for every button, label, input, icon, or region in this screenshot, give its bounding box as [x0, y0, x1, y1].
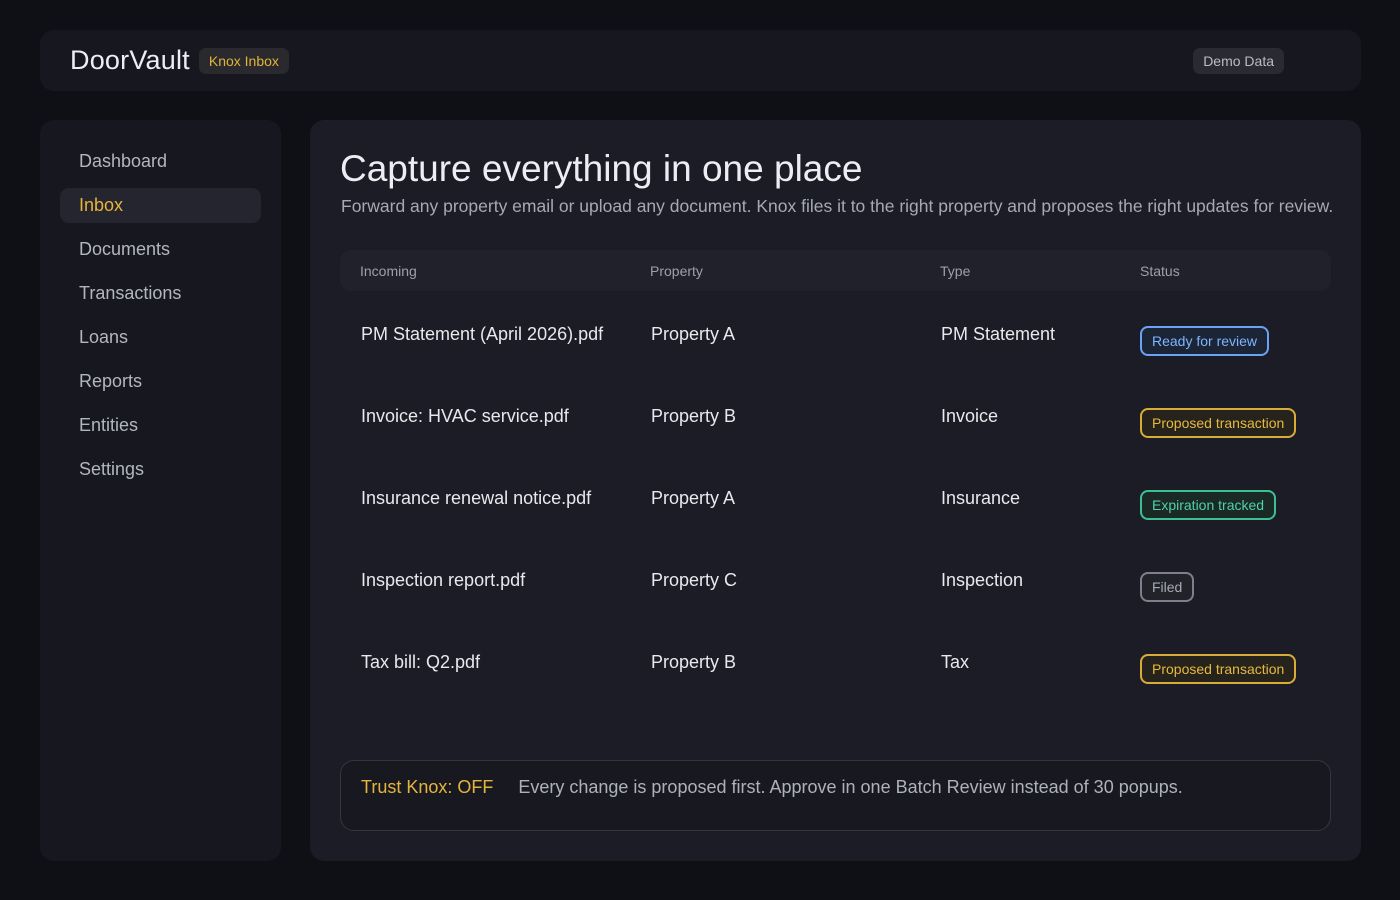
sidebar-item-entities[interactable]: Entities [60, 408, 261, 443]
page-subtitle: Forward any property email or upload any… [341, 196, 1334, 216]
status-badge[interactable]: Proposed transaction [1140, 408, 1297, 438]
sidebar-item-reports[interactable]: Reports [60, 364, 261, 399]
incoming-file-name[interactable]: Inspection report.pdf [361, 570, 525, 591]
status-badge[interactable]: Expiration tracked [1140, 490, 1277, 520]
trust-knox-toggle[interactable]: Trust Knox: OFF [361, 777, 493, 798]
table-row[interactable]: PM Statement (April 2026).pdf Property A… [340, 324, 1331, 406]
property-cell: Property B [651, 652, 737, 672]
incoming-file-name[interactable]: PM Statement (April 2026).pdf [361, 324, 603, 345]
status-badge[interactable]: Ready for review [1140, 326, 1270, 356]
column-header-incoming[interactable]: Incoming [360, 263, 417, 279]
incoming-file-name[interactable]: Insurance renewal notice.pdf [361, 488, 591, 509]
sidebar-item-inbox[interactable]: Inbox [60, 188, 261, 223]
property-cell: Property A [651, 324, 736, 344]
table-row[interactable]: Tax bill: Q2.pdf Property B Tax Proposed… [340, 652, 1331, 734]
demo-data-badge: Demo Data [1193, 47, 1284, 74]
sidebar-item-transactions[interactable]: Transactions [60, 276, 261, 311]
sidebar-item-loans[interactable]: Loans [60, 320, 261, 355]
table-row[interactable]: Insurance renewal notice.pdf Property A … [340, 488, 1331, 570]
type-cell: Invoice [941, 406, 999, 426]
property-cell: Property A [651, 488, 736, 508]
table-row[interactable]: Inspection report.pdf Property C Inspect… [340, 570, 1331, 652]
page-title: Capture everything in one place [340, 148, 863, 189]
table-row[interactable]: Invoice: HVAC service.pdf Property B Inv… [340, 406, 1331, 488]
main-panel: Capture everything in one place Forward … [310, 120, 1361, 861]
trust-knox-description: Every change is proposed first. Approve … [518, 777, 1183, 797]
column-header-property[interactable]: Property [650, 263, 703, 279]
type-cell: Tax [941, 652, 970, 672]
type-cell: Inspection [941, 570, 1024, 590]
incoming-file-name[interactable]: Invoice: HVAC service.pdf [361, 406, 569, 427]
property-cell: Property B [651, 406, 737, 426]
type-cell: Insurance [941, 488, 1021, 508]
app-header: DoorVault Knox Inbox Demo Data [40, 30, 1361, 91]
sidebar-item-documents[interactable]: Documents [60, 232, 261, 267]
column-header-status[interactable]: Status [1140, 263, 1180, 279]
sidebar-item-settings[interactable]: Settings [60, 452, 261, 487]
status-badge[interactable]: Filed [1140, 572, 1195, 602]
knox-inbox-badge: Knox Inbox [198, 47, 289, 74]
status-badge[interactable]: Proposed transaction [1140, 654, 1297, 684]
sidebar-item-dashboard[interactable]: Dashboard [60, 144, 261, 179]
sidebar: Dashboard Inbox Documents Transactions L… [40, 120, 281, 861]
table-header: Incoming Property Type Status [340, 250, 1331, 291]
trust-knox-banner: Trust Knox: OFF Every change is proposed… [340, 760, 1331, 831]
brand-logo[interactable]: DoorVault [70, 45, 190, 76]
property-cell: Property C [651, 570, 738, 590]
type-cell: PM Statement [941, 324, 1056, 344]
incoming-file-name[interactable]: Tax bill: Q2.pdf [361, 652, 480, 673]
column-header-type[interactable]: Type [940, 263, 970, 279]
